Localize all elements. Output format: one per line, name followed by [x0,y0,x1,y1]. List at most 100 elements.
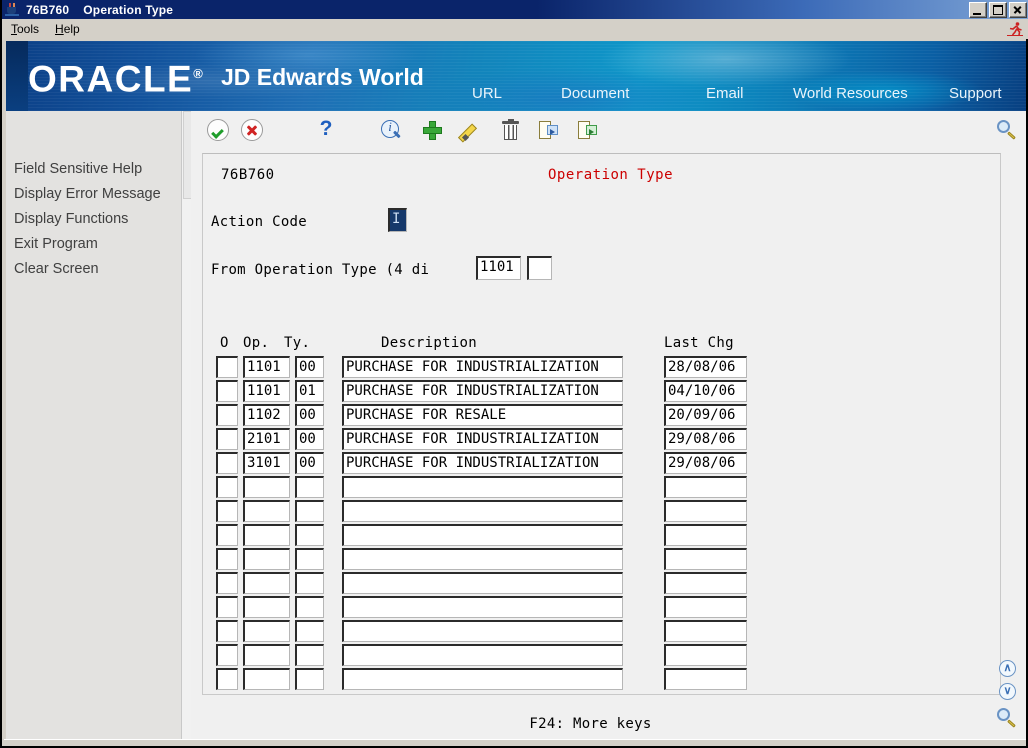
running-man-icon[interactable] [1006,21,1024,37]
action-code-input[interactable]: I [388,208,407,232]
banner-link-world-resources[interactable]: World Resources [793,85,908,102]
cell-type[interactable] [295,524,324,546]
cell-last-changed[interactable]: 29/08/06 [664,452,747,474]
cell-description[interactable] [342,620,623,642]
sidebar-item-display-functions[interactable]: Display Functions [6,207,181,232]
cell-option[interactable] [216,356,238,378]
cell-option[interactable] [216,596,238,618]
cell-description[interactable]: PURCHASE FOR INDUSTRIALIZATION [342,452,623,474]
page-up-button[interactable]: ∧ [999,660,1016,677]
cell-operation[interactable] [243,596,290,618]
cell-description[interactable]: PURCHASE FOR RESALE [342,404,623,426]
cell-option[interactable] [216,404,238,426]
cell-description[interactable] [342,500,623,522]
cell-last-changed[interactable]: 29/08/06 [664,428,747,450]
cell-operation[interactable] [243,500,290,522]
cell-option[interactable] [216,452,238,474]
menu-item-tools[interactable]: Tools [4,20,46,38]
cell-last-changed[interactable] [664,644,747,666]
minimize-button[interactable] [969,2,987,18]
cell-option[interactable] [216,620,238,642]
cell-type[interactable]: 00 [295,356,324,378]
cell-option[interactable] [216,380,238,402]
sidebar-item-field-sensitive-help[interactable]: Field Sensitive Help [6,157,181,182]
cell-operation[interactable] [243,524,290,546]
cell-last-changed[interactable] [664,476,747,498]
cell-operation[interactable] [243,572,290,594]
cell-option[interactable] [216,572,238,594]
cell-last-changed[interactable] [664,620,747,642]
toolbar-search-button[interactable] [997,120,1021,144]
from-operation-type-input[interactable]: 1101 [476,256,521,280]
cell-operation[interactable]: 2101 [243,428,290,450]
cell-type[interactable]: 00 [295,452,324,474]
cell-description[interactable]: PURCHASE FOR INDUSTRIALIZATION [342,428,623,450]
import-button[interactable] [537,119,561,143]
cell-operation[interactable] [243,548,290,570]
info-button[interactable] [380,119,404,143]
cell-description[interactable] [342,572,623,594]
cell-description[interactable] [342,668,623,690]
cell-operation[interactable]: 1101 [243,380,290,402]
page-down-button[interactable]: ∨ [999,683,1016,700]
cell-operation[interactable]: 3101 [243,452,290,474]
help-button[interactable]: ? [315,117,339,143]
cell-description[interactable] [342,476,623,498]
cell-type[interactable] [295,500,324,522]
cell-last-changed[interactable] [664,572,747,594]
cell-option[interactable] [216,668,238,690]
banner-link-email[interactable]: Email [706,85,744,102]
cell-last-changed[interactable] [664,596,747,618]
cell-last-changed[interactable] [664,668,747,690]
cell-type[interactable] [295,548,324,570]
restore-button[interactable] [989,2,1007,18]
cell-description[interactable]: PURCHASE FOR INDUSTRIALIZATION [342,356,623,378]
cell-last-changed[interactable]: 28/08/06 [664,356,747,378]
cell-operation[interactable] [243,476,290,498]
banner-link-support[interactable]: Support [949,85,1002,102]
cell-option[interactable] [216,524,238,546]
cell-description[interactable]: PURCHASE FOR INDUSTRIALIZATION [342,380,623,402]
cell-option[interactable] [216,428,238,450]
cell-operation[interactable]: 1102 [243,404,290,426]
close-button[interactable] [1009,2,1027,18]
cell-option[interactable] [216,644,238,666]
sidebar-item-display-error-message[interactable]: Display Error Message [6,182,181,207]
cell-description[interactable] [342,644,623,666]
cell-last-changed[interactable] [664,548,747,570]
cell-type[interactable] [295,668,324,690]
cell-type[interactable] [295,476,324,498]
add-button[interactable] [421,119,445,143]
cell-type[interactable]: 01 [295,380,324,402]
ok-button[interactable] [207,119,231,143]
banner-link-url[interactable]: URL [472,85,502,102]
cell-operation[interactable] [243,620,290,642]
cell-type[interactable] [295,596,324,618]
banner-link-document[interactable]: Document [561,85,629,102]
cancel-button[interactable] [241,119,265,143]
sidebar-item-exit-program[interactable]: Exit Program [6,232,181,257]
cell-last-changed[interactable]: 20/09/06 [664,404,747,426]
cell-last-changed[interactable]: 04/10/06 [664,380,747,402]
delete-button[interactable] [499,119,523,143]
cell-type[interactable]: 00 [295,428,324,450]
cell-option[interactable] [216,500,238,522]
export-button[interactable] [576,119,600,143]
cell-type[interactable] [295,572,324,594]
cell-operation[interactable]: 1101 [243,356,290,378]
sidebar-item-clear-screen[interactable]: Clear Screen [6,257,181,282]
cell-description[interactable] [342,524,623,546]
cell-type[interactable] [295,620,324,642]
cell-type[interactable]: 00 [295,404,324,426]
cell-description[interactable] [342,548,623,570]
cell-description[interactable] [342,596,623,618]
cell-last-changed[interactable] [664,500,747,522]
cell-option[interactable] [216,548,238,570]
bottom-search-button[interactable] [997,708,1021,732]
cell-last-changed[interactable] [664,524,747,546]
cell-operation[interactable] [243,644,290,666]
menu-item-help[interactable]: Help [48,20,87,38]
edit-button[interactable] [457,119,484,143]
cell-type[interactable] [295,644,324,666]
cell-option[interactable] [216,476,238,498]
